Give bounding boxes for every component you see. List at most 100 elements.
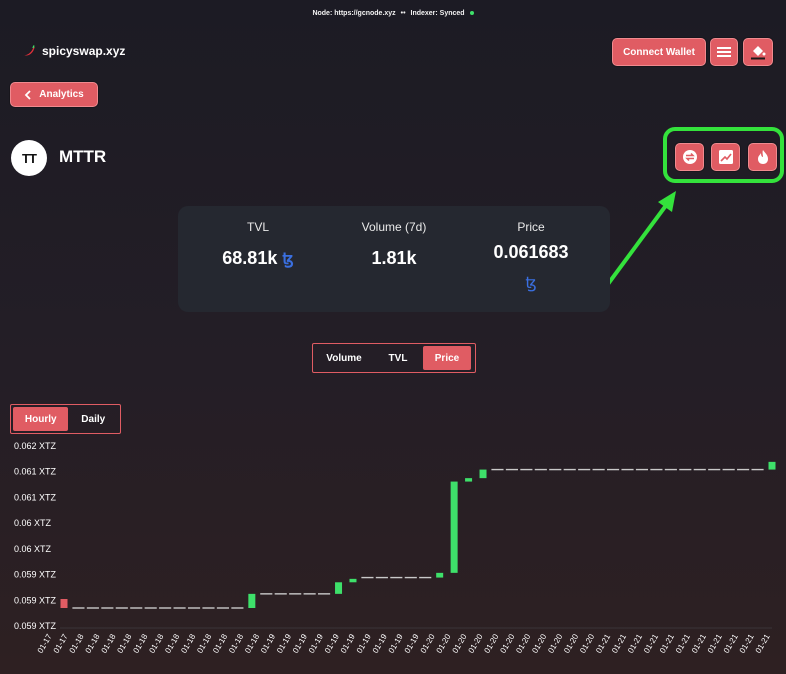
connect-wallet-button[interactable]: Connect Wallet: [612, 38, 706, 66]
y-tick-label: 0.06 XTZ: [14, 518, 52, 528]
x-tick-label: 01-21: [706, 632, 724, 655]
status-separator: ••: [400, 10, 406, 17]
brand-name: spicyswap.xyz: [42, 44, 126, 58]
x-tick-label: 01-19: [371, 632, 389, 655]
tvl-stat: TVL 68.81k ꜩ: [178, 220, 338, 269]
y-tick-label: 0.059 XTZ: [14, 595, 57, 605]
x-tick-label: 01-21: [610, 632, 628, 655]
x-tick-label: 01-20: [562, 632, 580, 655]
pepper-icon: [24, 45, 35, 56]
y-tick-label: 0.059 XTZ: [14, 621, 57, 631]
chart-button[interactable]: [711, 143, 740, 171]
tab-daily[interactable]: Daily: [68, 407, 118, 431]
x-tick-label: 01-20: [419, 632, 437, 655]
menu-button[interactable]: [710, 38, 738, 66]
x-tick-label: 01-21: [626, 632, 644, 655]
theme-button[interactable]: [743, 38, 773, 66]
x-tick-label: 01-17: [52, 632, 70, 655]
x-tick-label: 01-19: [259, 632, 277, 655]
volume-stat: Volume (7d) 1.81k: [318, 220, 470, 269]
x-tick-label: 01-21: [690, 632, 708, 655]
tab-price[interactable]: Price: [423, 346, 471, 370]
up-candle: [768, 461, 776, 470]
synced-dot-icon: [469, 11, 474, 16]
x-tick-label: 01-18: [179, 632, 197, 655]
annotation-arrow: [606, 191, 676, 286]
x-tick-label: 01-20: [482, 632, 500, 655]
x-tick-label: 01-19: [323, 632, 341, 655]
burn-button[interactable]: [748, 143, 777, 171]
x-tick-label: 01-17: [36, 632, 54, 655]
x-tick-label: 01-19: [355, 632, 373, 655]
hamburger-icon: [717, 47, 731, 57]
x-tick-label: 01-21: [658, 632, 676, 655]
tab-tvl[interactable]: TVL: [373, 346, 423, 370]
x-tick-label: 01-21: [674, 632, 692, 655]
up-candle: [248, 593, 256, 608]
brand-logo-link[interactable]: spicyswap.xyz: [22, 44, 125, 58]
up-candle: [479, 469, 487, 479]
metric-tabs: Volume TVL Price: [312, 343, 476, 373]
x-tick-label: 01-18: [211, 632, 229, 655]
volume-label: Volume (7d): [361, 220, 427, 234]
x-tick-label: 01-18: [100, 632, 118, 655]
x-tick-label: 01-20: [498, 632, 516, 655]
up-candle: [436, 572, 444, 578]
tez-icon: ꜩ: [525, 275, 537, 292]
token-logo: TT: [11, 140, 47, 176]
y-tick-label: 0.059 XTZ: [14, 570, 57, 580]
node-status: Node: https://gcnode.xyz: [312, 10, 396, 17]
indexer-status: Indexer: Synced: [410, 10, 465, 17]
interval-tabs: Hourly Daily: [10, 404, 121, 434]
price-stat: Price 0.061683 ꜩ: [470, 220, 592, 293]
x-tick-label: 01-19: [307, 632, 325, 655]
down-candle: [60, 599, 68, 608]
x-tick-label: 01-21: [594, 632, 612, 655]
tab-hourly[interactable]: Hourly: [13, 407, 69, 431]
status-bar: Node: https://gcnode.xyz •• Indexer: Syn…: [0, 10, 786, 17]
x-tick-label: 01-21: [642, 632, 660, 655]
stats-panel: TVL 68.81k ꜩ Volume (7d) 1.81k Price 0.0…: [178, 206, 610, 312]
x-tick-label: 01-18: [84, 632, 102, 655]
x-tick-label: 01-18: [195, 632, 213, 655]
up-candle: [450, 481, 458, 573]
swap-button[interactable]: [675, 143, 704, 171]
x-tick-label: 01-20: [514, 632, 532, 655]
x-tick-label: 01-18: [163, 632, 181, 655]
chevron-left-icon: [24, 89, 31, 100]
x-tick-label: 01-21: [738, 632, 756, 655]
x-tick-label: 01-19: [275, 632, 293, 655]
x-tick-label: 01-19: [291, 632, 309, 655]
volume-value: 1.81k: [371, 248, 417, 268]
up-candle: [335, 582, 343, 594]
x-tick-label: 01-20: [451, 632, 469, 655]
tab-volume[interactable]: Volume: [315, 346, 373, 370]
fire-icon: [757, 150, 768, 164]
token-symbol: MTTR: [59, 147, 107, 166]
x-tick-label: 01-18: [147, 632, 165, 655]
back-label: Analytics: [39, 89, 84, 100]
up-candle: [349, 578, 357, 583]
token-logo-text: TT: [22, 150, 37, 166]
tez-icon: ꜩ: [282, 251, 294, 268]
y-tick-label: 0.061 XTZ: [14, 467, 57, 477]
x-tick-label: 01-18: [227, 632, 245, 655]
price-chart: 0.062 XTZ 0.061 XTZ 0.061 XTZ 0.06 XTZ 0.06 …: [14, 441, 776, 655]
swap-icon: [682, 150, 697, 164]
x-tick-label: 01-21: [722, 632, 740, 655]
up-candle: [465, 478, 473, 482]
x-tick-label: 01-19: [387, 632, 405, 655]
tvl-amount: 68.81k: [222, 248, 278, 268]
price-value: 0.061683: [493, 242, 569, 262]
y-tick-label: 0.06 XTZ: [14, 544, 52, 554]
x-tick-label: 01-18: [131, 632, 149, 655]
x-tick-label: 01-18: [68, 632, 86, 655]
x-tick-label: 01-20: [530, 632, 548, 655]
tvl-label: TVL: [246, 220, 269, 234]
chart-icon: [718, 150, 733, 164]
x-tick-label: 01-19: [339, 632, 357, 655]
y-tick-label: 0.061 XTZ: [14, 492, 57, 502]
x-tick-label: 01-20: [467, 632, 485, 655]
y-tick-label: 0.062 XTZ: [14, 441, 57, 451]
back-to-analytics-button[interactable]: Analytics: [10, 82, 98, 107]
